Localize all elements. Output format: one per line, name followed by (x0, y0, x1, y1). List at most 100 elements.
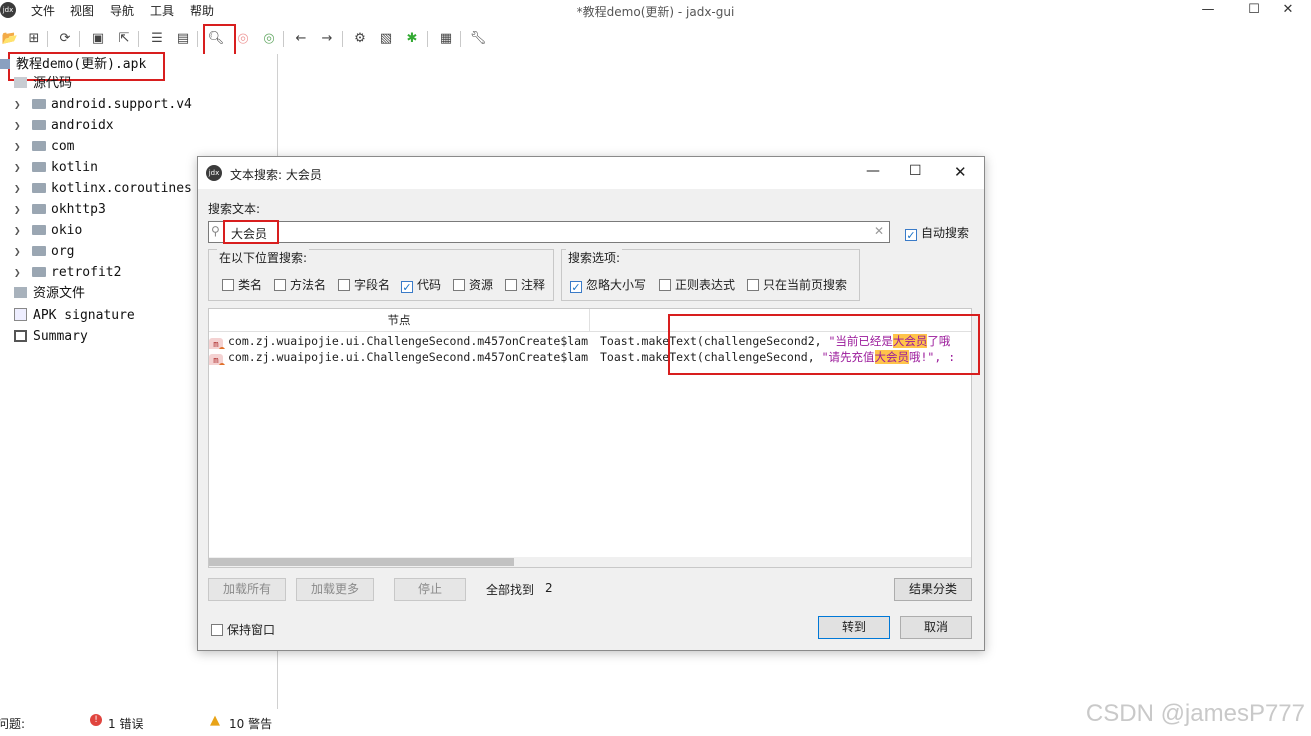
cancel-button[interactable]: 取消 (900, 616, 972, 639)
method-name-checkbox[interactable]: 方法名 (274, 276, 326, 293)
tree-package[interactable]: ❯ com (14, 136, 74, 157)
add-files-icon[interactable]: ⊞ (24, 29, 44, 49)
folder-icon (32, 225, 46, 235)
folder-icon (32, 267, 46, 277)
comments-checkbox[interactable]: 注释 (505, 276, 545, 293)
tree-root-apk[interactable]: 教程demo(更新).apk (0, 54, 146, 75)
tree-package[interactable]: ❯ android.support.v4 (14, 94, 192, 115)
chevron-right-icon[interactable]: ❯ (14, 136, 21, 157)
close-button[interactable]: ✕ (1265, 0, 1311, 22)
chevron-right-icon[interactable]: ❯ (14, 220, 21, 241)
package-label: androidx (51, 118, 114, 133)
keep-window-checkbox[interactable]: 保持窗口 (211, 621, 275, 638)
export-icon[interactable]: ⇱ (114, 29, 134, 49)
save-icon[interactable]: ▣ (88, 29, 108, 49)
resources-folder-icon (14, 287, 27, 298)
search-input[interactable]: ⚲ 大会员 ✕ (208, 221, 890, 243)
warnings-count[interactable]: 10 警告 (229, 715, 272, 732)
chevron-right-icon[interactable]: ❯ (14, 115, 21, 136)
search-in-group: 在以下位置搜索: 类名 方法名 字段名 ✓ 代码 资源 注释 (208, 249, 554, 301)
checkbox-label: 方法名 (290, 278, 327, 292)
chevron-right-icon[interactable]: ❯ (14, 262, 21, 283)
package-label: retrofit2 (51, 265, 122, 280)
summary-icon (14, 330, 27, 342)
tree-source-node[interactable]: 源代码 (14, 73, 72, 94)
load-more-button[interactable]: 加载更多 (296, 578, 374, 601)
package-label: okio (51, 223, 83, 238)
folder-icon (32, 162, 46, 172)
group-results-button[interactable]: 结果分类 (894, 578, 972, 601)
minimize-button[interactable]: — (1185, 0, 1231, 22)
tree-resources-node[interactable]: 资源文件 (14, 283, 85, 304)
search-options-group: 搜索选项: ✓ 忽略大小写 正则表达式 只在当前页搜索 (561, 249, 860, 301)
checkbox-label: 只在当前页搜索 (763, 278, 848, 292)
table-row[interactable]: m com.zj.wuaipojie.ui.ChallengeSecond.m45… (209, 349, 589, 365)
tree-package[interactable]: ❯ kotlin (14, 157, 98, 178)
load-all-button[interactable]: 加载所有 (208, 578, 286, 601)
checkbox-label: 注释 (521, 278, 546, 292)
clear-icon[interactable]: ✕ (874, 224, 884, 238)
column-header-node[interactable]: 节点 (209, 309, 590, 332)
code-checkbox[interactable]: ✓ 代码 (401, 276, 441, 293)
back-icon[interactable]: ← (291, 29, 311, 49)
dialog-title: 文本搜索: 大会员 (230, 168, 322, 182)
log-icon[interactable]: ▧ (376, 29, 396, 49)
chevron-right-icon[interactable]: ❯ (14, 178, 21, 199)
quark-icon[interactable]: ⚙ (350, 29, 370, 49)
tree-signature-node[interactable]: APK signature (14, 305, 135, 326)
field-name-checkbox[interactable]: 字段名 (338, 276, 390, 293)
settings-icon[interactable]: 🔧︎ (468, 29, 488, 49)
chevron-right-icon[interactable]: ❯ (14, 199, 21, 220)
tree-summary-node[interactable]: Summary (14, 326, 88, 347)
dialog-close-button[interactable]: ✕ (954, 163, 967, 181)
regex-checkbox[interactable]: 正则表达式 (659, 276, 735, 293)
checkbox-label: 类名 (238, 278, 263, 292)
chevron-right-icon[interactable]: ❯ (14, 157, 21, 178)
horizontal-scrollbar[interactable] (209, 557, 971, 567)
find-usage-icon[interactable]: ◎ (233, 29, 253, 49)
tree-package[interactable]: ❯ kotlinx.coroutines (14, 178, 192, 199)
forward-icon[interactable]: → (317, 29, 337, 49)
toolbar-separator (283, 31, 284, 47)
current-page-checkbox[interactable]: 只在当前页搜索 (747, 276, 847, 293)
debug-icon[interactable]: ✱ (402, 29, 422, 49)
flatten-icon[interactable]: ☰ (147, 29, 167, 49)
sync-icon[interactable]: ⟳ (55, 29, 75, 49)
goto-button[interactable]: 转到 (818, 616, 890, 639)
deobfuscation-icon[interactable]: ◎ (259, 29, 279, 49)
search-icon[interactable]: 🔍︎ (206, 29, 226, 49)
package-icon[interactable]: ▤ (173, 29, 193, 49)
apk-icon (0, 59, 10, 69)
class-name-checkbox[interactable]: 类名 (222, 276, 262, 293)
error-icon: ! (90, 714, 102, 726)
chevron-right-icon[interactable]: ❯ (14, 94, 21, 115)
tree-resources-label: 资源文件 (33, 286, 86, 301)
checkbox-label: 忽略大小写 (586, 278, 647, 292)
auto-search-checkbox[interactable]: ✓ 自动搜索 (905, 224, 969, 241)
toolbar-separator (197, 31, 198, 47)
tree-package[interactable]: ❯ okio (14, 220, 83, 241)
result-highlight-box (668, 314, 980, 375)
folder-icon (32, 183, 46, 193)
tree-package[interactable]: ❯ org (14, 241, 74, 262)
errors-count[interactable]: 1 错误 (108, 715, 143, 732)
tree-package[interactable]: ❯ retrofit2 (14, 262, 122, 283)
stop-button[interactable]: 停止 (394, 578, 466, 601)
source-icon (14, 77, 27, 88)
checkbox-label: 正则表达式 (675, 278, 736, 292)
dialog-minimize-button[interactable]: — (866, 163, 880, 179)
search-in-title: 在以下位置搜索: (217, 249, 310, 266)
resources-checkbox[interactable]: 资源 (453, 276, 493, 293)
notes-icon[interactable]: ▦ (436, 29, 456, 49)
tree-package[interactable]: ❯ okhttp3 (14, 199, 106, 220)
scrollbar-thumb[interactable] (209, 558, 514, 566)
tree-package[interactable]: ❯ androidx (14, 115, 114, 136)
table-row[interactable]: m com.zj.wuaipojie.ui.ChallengeSecond.m45… (209, 333, 589, 349)
toolbar-separator (342, 31, 343, 47)
search-icon: ⚲ (211, 224, 220, 238)
folder-icon (32, 204, 46, 214)
dialog-maximize-button[interactable]: ☐ (909, 163, 922, 179)
chevron-right-icon[interactable]: ❯ (14, 241, 21, 262)
ignore-case-checkbox[interactable]: ✓ 忽略大小写 (570, 276, 646, 293)
open-folder-icon[interactable]: 📂 (0, 29, 20, 49)
